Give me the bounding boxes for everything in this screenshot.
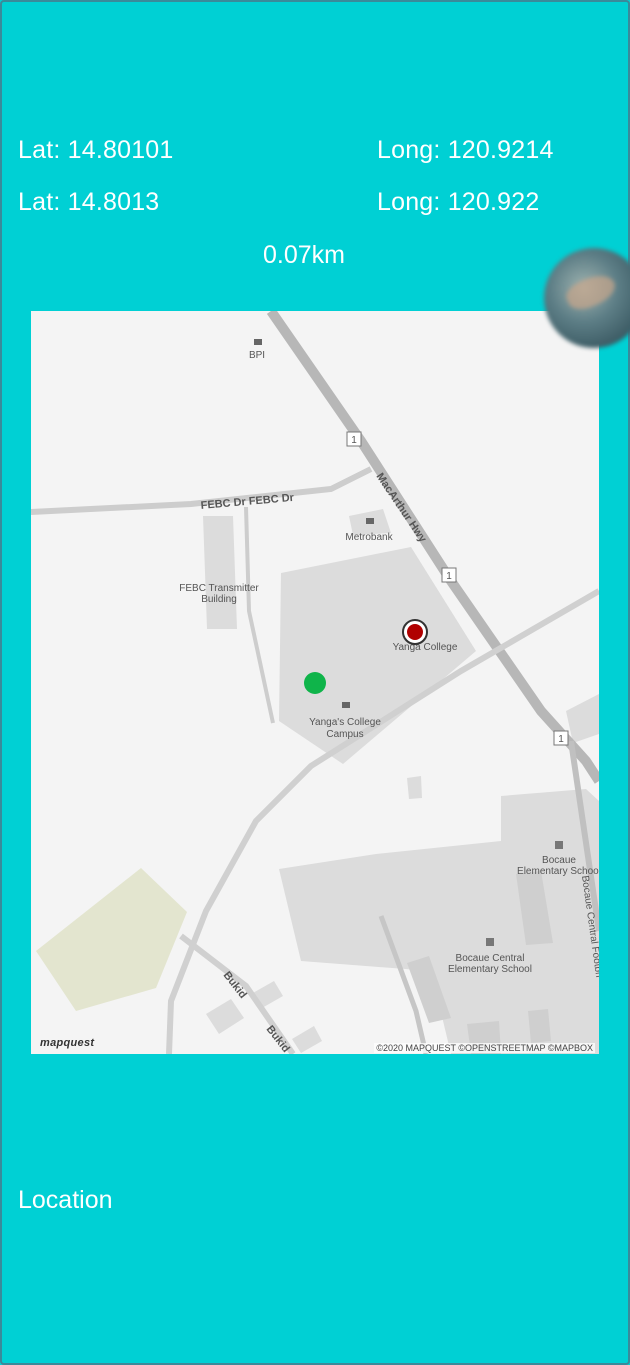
house-1 <box>206 999 244 1034</box>
svg-text:1: 1 <box>446 571 452 582</box>
building-right-edge <box>566 694 599 743</box>
side-road <box>244 506 275 724</box>
yanga-campus-label-2: Campus <box>326 729 363 740</box>
bukid-label-2: Bukid <box>264 1023 292 1054</box>
bpi-label: BPI <box>249 350 265 361</box>
current-location-marker[interactable] <box>304 672 326 694</box>
school-icon-2 <box>555 841 563 849</box>
svg-text:1: 1 <box>351 435 357 446</box>
longitude-1: Long: 120.9214 <box>377 136 554 164</box>
metrobank-icon <box>366 518 374 524</box>
metrobank-label: Metrobank <box>345 532 393 543</box>
latitude-2: Lat: 14.8013 <box>18 188 160 216</box>
bocaue-central-label-1: Bocaue Central <box>456 953 525 964</box>
febc-building <box>203 516 237 629</box>
febc-building-label-1: FEBC Transmitter <box>179 583 259 594</box>
school-icon <box>342 702 350 708</box>
school-building-4 <box>528 1009 551 1043</box>
bocaue-elem-label-1: Bocaue <box>542 855 576 866</box>
bocaue-central-label-2: Elementary School <box>448 964 532 975</box>
yanga-campus-label-1: Yanga's College <box>309 717 381 728</box>
location-label: Location <box>18 1186 113 1214</box>
map-canvas: 1 1 1 BPI FEBC Dr FEBC Dr MacArthur Hwy … <box>31 311 599 1054</box>
febc-building-label-2: Building <box>201 594 237 605</box>
longitude-2: Long: 120.922 <box>377 188 540 216</box>
small-building <box>407 776 422 799</box>
svg-text:1: 1 <box>558 734 564 745</box>
field-area <box>36 868 187 1011</box>
route-shield-3: 1 <box>553 730 569 746</box>
bank-icon <box>254 339 262 345</box>
map-view[interactable]: 1 1 1 BPI FEBC Dr FEBC Dr MacArthur Hwy … <box>31 311 599 1054</box>
mapquest-logo: mapquest <box>40 1037 95 1049</box>
route-shield-2: 1 <box>441 567 457 583</box>
house-3 <box>292 1026 322 1053</box>
map-attribution[interactable]: ©2020 MAPQUEST ©OPENSTREETMAP ©MAPBOX <box>374 1043 595 1053</box>
yanga-college-label: Yanga College <box>393 642 458 653</box>
latitude-1: Lat: 14.80101 <box>18 136 174 164</box>
school-icon-3 <box>486 938 494 946</box>
distance-readout: 0.07km <box>263 241 345 269</box>
route-shield-1: 1 <box>346 431 362 447</box>
destination-marker[interactable] <box>402 619 428 645</box>
